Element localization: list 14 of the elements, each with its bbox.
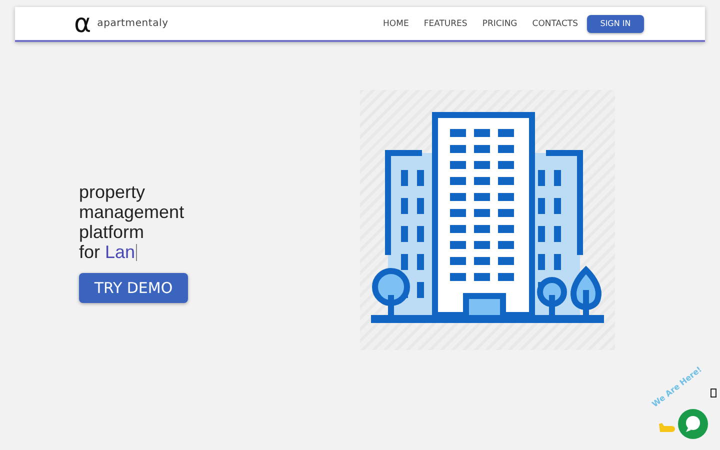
brand-name[interactable]: apartmentaly — [97, 18, 168, 29]
nav-link[interactable]: PRICING — [482, 18, 518, 28]
sign-in-button[interactable]: SIGN IN — [587, 14, 644, 32]
typed-word: Lan — [105, 242, 136, 262]
nav-link[interactable]: FEATURES — [424, 18, 468, 28]
try-demo-button[interactable]: TRY DEMO — [79, 273, 188, 303]
logo-mark[interactable]: α — [74, 10, 92, 36]
close-icon[interactable] — [710, 388, 716, 398]
headline-text: for — [79, 242, 100, 262]
chat-icon[interactable] — [678, 409, 708, 439]
hand-icon — [659, 423, 675, 432]
text-cursor-icon — [136, 244, 138, 261]
nav-link[interactable]: HOME — [383, 18, 409, 28]
nav-link[interactable]: CONTACTS — [532, 18, 578, 28]
